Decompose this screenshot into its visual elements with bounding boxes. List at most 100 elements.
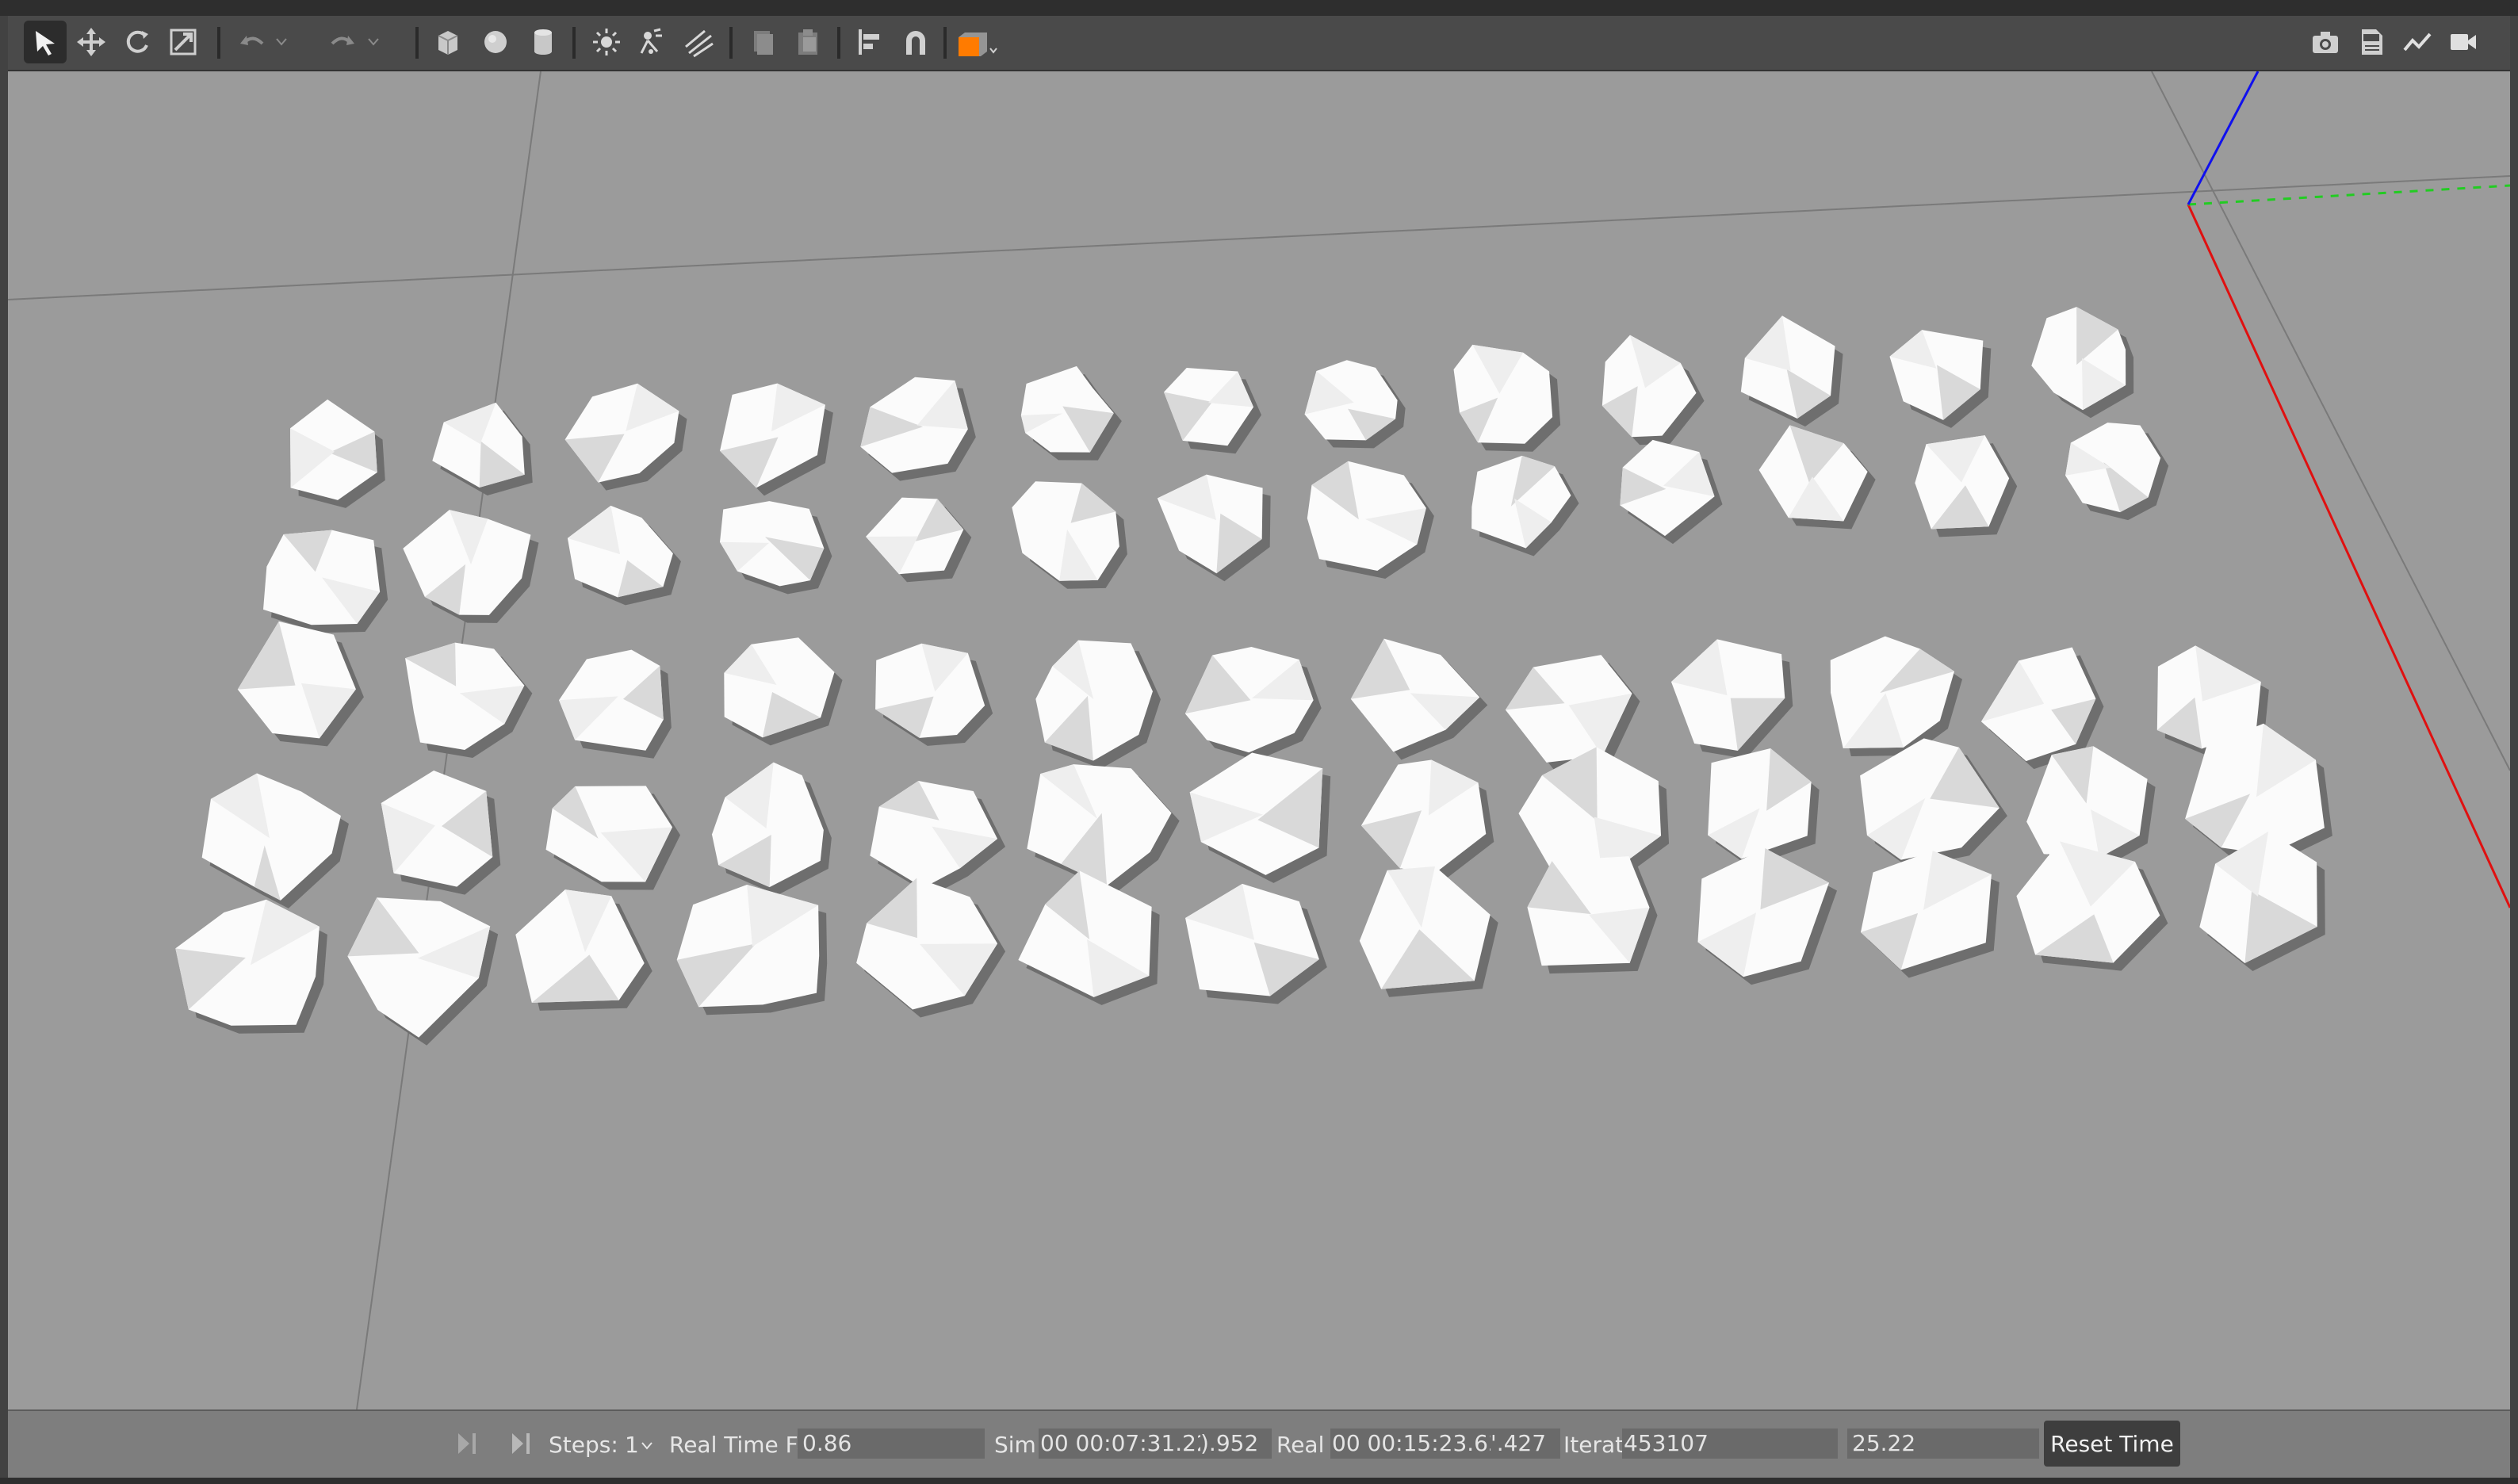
record-video-button[interactable] [2442,21,2485,63]
rock-model[interactable] [1189,752,1331,883]
align-icon [859,29,879,55]
steps-spinbox[interactable]: 1 [625,1432,639,1458]
steps-label: Steps: [549,1432,618,1458]
chevron-down-icon[interactable] [641,1441,653,1451]
spot-light-icon [640,28,662,54]
rock-model[interactable] [1035,640,1161,769]
log-button[interactable] [2350,21,2393,63]
rock-model[interactable] [1601,335,1705,446]
rock-model[interactable] [1915,435,2018,537]
rock-model[interactable] [1304,360,1406,449]
step-button[interactable] [506,1427,538,1460]
rock-model[interactable] [559,649,672,759]
rock-model[interactable] [347,897,499,1046]
rock-model[interactable] [1527,856,1658,974]
rock-model[interactable] [1697,847,1838,985]
rock-model[interactable] [290,399,385,508]
screenshot-button[interactable] [2304,21,2347,63]
rock-model[interactable] [1670,639,1793,759]
rock-model[interactable] [1012,481,1127,589]
rock-model[interactable] [1185,883,1327,1004]
plot-button[interactable] [2396,21,2439,63]
rock-model[interactable] [1164,368,1262,454]
rock-model[interactable] [1740,316,1843,426]
rock-model[interactable] [564,383,687,491]
rock-model[interactable] [1453,344,1561,452]
redo-history-dropdown[interactable] [362,21,385,63]
rock-model[interactable] [1360,759,1494,882]
rock-model[interactable] [515,889,652,1011]
rock-model[interactable] [724,637,843,746]
rock-model[interactable] [175,899,327,1034]
rock-model[interactable] [2199,831,2325,972]
real-time-field: 00 00:15:23.636 [1330,1429,1497,1459]
rock-model[interactable] [1830,636,1963,756]
spot-light-button[interactable] [631,21,674,63]
align-button[interactable] [848,21,891,63]
translate-tool-button[interactable] [70,21,113,63]
sphere-shape-button[interactable] [474,21,517,63]
fps-field: 25.22 [1847,1429,2039,1459]
scale-tool-button[interactable] [162,21,205,63]
play-button[interactable] [452,1427,484,1460]
rock-model[interactable] [1860,738,2007,868]
point-light-button[interactable] [585,21,628,63]
sun-light-icon [593,29,620,55]
rock-model[interactable] [720,501,832,595]
rock-model[interactable] [1505,655,1640,771]
sim-time-ms-field: ).952 [1200,1429,1272,1459]
rock-model[interactable] [2016,841,2168,971]
rock-model[interactable] [1020,365,1122,461]
rock-model[interactable] [201,773,349,908]
rock-model[interactable] [1350,638,1488,760]
cylinder-shape-button[interactable] [522,21,564,63]
rock-model[interactable] [1860,851,1999,978]
reset-time-button[interactable]: Reset Time [2044,1421,2180,1467]
rock-model[interactable] [860,377,976,481]
rock-model[interactable] [1620,439,1723,545]
rock-model[interactable] [237,621,364,747]
bottom-border [0,1478,2518,1484]
rock-model[interactable] [1157,474,1271,582]
rotate-tool-button[interactable] [116,21,159,63]
rock-model[interactable] [403,510,539,623]
copy-icon [754,31,773,55]
scene-canvas[interactable] [8,71,2510,1409]
rock-model[interactable] [1758,425,1876,530]
rock-model[interactable] [1184,646,1322,761]
rock-model[interactable] [1889,330,1992,428]
view-angle-button[interactable] [955,21,1002,63]
directional-light-button[interactable] [677,21,720,63]
rock-model[interactable] [2065,423,2169,521]
copy-button[interactable] [740,21,783,63]
rock-model[interactable] [567,505,681,606]
redo-button[interactable] [322,21,365,63]
scene-viewport[interactable] [8,71,2510,1409]
rock-model[interactable] [263,530,388,633]
video-camera-icon [2451,34,2476,50]
rock-model[interactable] [1307,461,1434,579]
rock-model[interactable] [432,402,533,496]
real-time-factor-field: 0.86 [798,1429,985,1459]
rock-model[interactable] [875,643,993,746]
rock-model[interactable] [545,786,681,890]
undo-button[interactable] [230,21,273,63]
undo-history-dropdown[interactable] [270,21,293,63]
rock-model[interactable] [870,781,1006,896]
rock-model[interactable] [1027,764,1180,894]
rock-model[interactable] [2031,307,2134,419]
rock-model[interactable] [711,762,832,896]
rock-model[interactable] [381,770,501,895]
box-shape-button[interactable] [427,21,469,63]
rock-model[interactable] [1359,866,1498,997]
snap-button[interactable] [894,21,937,63]
paste-button[interactable] [786,21,829,63]
rock-model[interactable] [1018,870,1160,1005]
rock-model[interactable] [676,884,828,1015]
rock-model[interactable] [866,497,972,583]
select-tool-button[interactable] [24,21,67,63]
rock-model[interactable] [405,642,533,759]
rock-model[interactable] [1471,455,1579,556]
rock-model[interactable] [720,383,833,496]
rock-model[interactable] [856,878,1006,1018]
